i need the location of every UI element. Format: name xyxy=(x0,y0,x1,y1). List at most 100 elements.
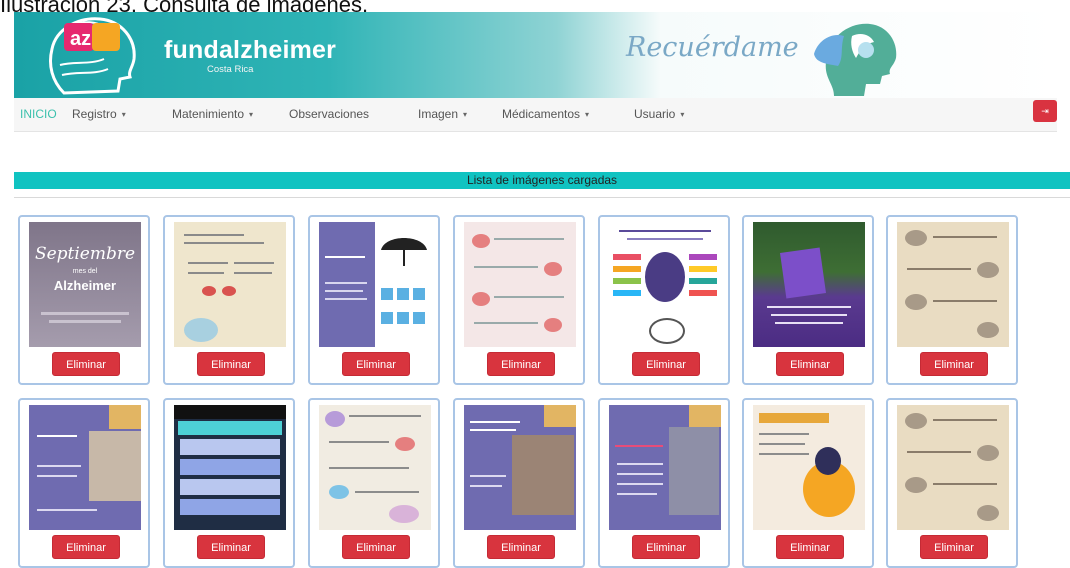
main-navbar: INICIO Registro ▾ Matenimiento ▾ Observaci… xyxy=(14,98,1057,132)
thumbnail-line xyxy=(188,262,228,264)
image-thumbnail[interactable] xyxy=(464,405,576,530)
brand-subtitle: Costa Rica xyxy=(207,64,254,75)
chevron-down-icon: ▾ xyxy=(585,110,590,119)
thumbnail-line xyxy=(184,234,244,236)
image-thumbnail[interactable] xyxy=(609,405,721,530)
thumbnail-shape xyxy=(202,286,216,296)
photo-placeholder xyxy=(669,427,719,515)
nav-matenimiento[interactable]: Matenimiento ▾ xyxy=(172,107,253,121)
delete-button[interactable]: Eliminar xyxy=(776,352,844,376)
brand-name: fundalzheimer xyxy=(164,36,337,64)
thumbnail-line xyxy=(37,509,97,511)
recuerdame-logo-text: Recuérdame xyxy=(626,32,799,63)
brain-icon xyxy=(977,322,999,338)
image-thumbnail[interactable] xyxy=(897,222,1009,347)
thumbnail-line xyxy=(470,485,502,487)
thumbnail-panel xyxy=(319,222,375,347)
delete-button[interactable]: Eliminar xyxy=(920,352,988,376)
image-thumbnail[interactable] xyxy=(609,222,721,347)
thumbnail-text: Septiembre xyxy=(34,244,136,264)
logout-button[interactable]: ⇥ xyxy=(1033,100,1057,122)
thumbnail-shape xyxy=(649,318,685,344)
thumbnail-line xyxy=(474,266,538,268)
image-thumbnail[interactable] xyxy=(29,405,141,530)
nav-usuario[interactable]: Usuario ▾ xyxy=(634,107,684,121)
delete-button[interactable]: Eliminar xyxy=(197,352,265,376)
thumbnail-line xyxy=(759,443,805,445)
thumbnail-shape xyxy=(389,505,419,523)
thumbnail-line xyxy=(627,238,703,240)
thumbnail-line xyxy=(933,483,997,485)
thumbnail-shape xyxy=(544,262,562,276)
image-card: Eliminar xyxy=(18,398,150,568)
brain-icon xyxy=(905,413,927,429)
thumbnail-line xyxy=(933,419,997,421)
thumbnail-shape xyxy=(325,411,345,427)
chevron-down-icon: ▾ xyxy=(463,110,468,119)
thumbnail-text: mes del xyxy=(72,268,98,275)
image-card: Eliminar xyxy=(742,398,874,568)
image-thumbnail[interactable] xyxy=(464,222,576,347)
brain-icon xyxy=(977,505,999,521)
delete-button[interactable]: Eliminar xyxy=(632,352,700,376)
thumbnail-shape xyxy=(689,405,721,427)
nav-observaciones[interactable]: Observaciones xyxy=(289,107,369,121)
delete-button[interactable]: Eliminar xyxy=(487,535,555,559)
thumbnail-text: Alzheimer xyxy=(53,278,117,293)
image-card: Eliminar xyxy=(308,398,440,568)
delete-button[interactable]: Eliminar xyxy=(632,535,700,559)
image-thumbnail[interactable] xyxy=(753,222,865,347)
brain-icon xyxy=(977,445,999,461)
thumbnail-line xyxy=(234,262,274,264)
nav-registro[interactable]: Registro ▾ xyxy=(72,107,126,121)
thumbnail-shape xyxy=(180,459,280,475)
thumbnail-line xyxy=(188,272,224,274)
delete-button[interactable]: Eliminar xyxy=(776,535,844,559)
thumbnail-shape xyxy=(544,405,576,427)
image-thumbnail[interactable]: Septiembre mes del Alzheimer xyxy=(29,222,141,347)
delete-button[interactable]: Eliminar xyxy=(487,352,555,376)
thumbnail-line xyxy=(41,312,129,315)
thumbnail-shape xyxy=(178,421,282,435)
nav-imagen[interactable]: Imagen ▾ xyxy=(418,107,467,121)
nav-inicio[interactable]: INICIO xyxy=(20,107,57,121)
thumbnail-line xyxy=(494,296,564,298)
delete-button[interactable]: Eliminar xyxy=(52,535,120,559)
thumbnail-shape xyxy=(759,413,829,423)
brain-icon xyxy=(905,477,927,493)
delete-button[interactable]: Eliminar xyxy=(52,352,120,376)
thumbnail-shape xyxy=(397,312,409,324)
delete-button[interactable]: Eliminar xyxy=(920,535,988,559)
svg-text:az: az xyxy=(70,28,91,50)
image-thumbnail[interactable] xyxy=(897,405,1009,530)
thumbnail-line xyxy=(325,282,367,284)
images-list-header: Lista de imágenes cargadas xyxy=(14,172,1070,189)
thumbnail-shape xyxy=(174,405,286,419)
nav-medicamentos[interactable]: Médicamentos ▾ xyxy=(502,107,589,121)
thumbnail-line xyxy=(470,475,506,477)
delete-button[interactable]: Eliminar xyxy=(342,352,410,376)
delete-button[interactable]: Eliminar xyxy=(197,535,265,559)
image-card: Eliminar xyxy=(742,215,874,385)
image-thumbnail[interactable] xyxy=(753,405,865,530)
umbrella-icon xyxy=(381,238,427,266)
image-thumbnail[interactable] xyxy=(319,405,431,530)
image-thumbnail[interactable] xyxy=(174,222,286,347)
thumbnail-shape xyxy=(613,278,641,284)
thumbnail-shape xyxy=(381,312,393,324)
thumbnail-shape xyxy=(381,288,393,300)
image-card: Eliminar xyxy=(163,215,295,385)
thumbnail-shape xyxy=(689,278,717,284)
image-thumbnail[interactable] xyxy=(319,222,431,347)
thumbnail-line xyxy=(325,298,367,300)
thumbnail-line xyxy=(617,473,663,475)
thumbnail-shape xyxy=(180,479,280,495)
delete-button[interactable]: Eliminar xyxy=(342,535,410,559)
thumbnail-shape xyxy=(689,290,717,296)
thumbnail-line xyxy=(771,314,847,316)
image-card: Eliminar xyxy=(598,215,730,385)
image-thumbnail[interactable] xyxy=(174,405,286,530)
head-profile-logo-icon xyxy=(814,23,897,97)
thumbnail-line xyxy=(329,467,409,469)
thumbnail-line xyxy=(617,483,663,485)
